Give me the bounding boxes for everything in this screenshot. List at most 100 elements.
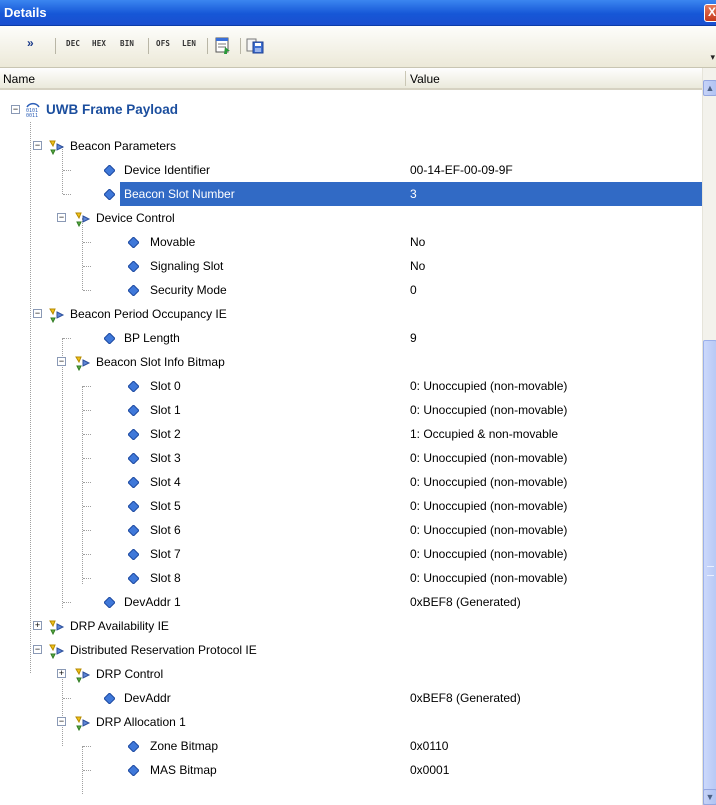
name-column-header[interactable]: Name — [3, 72, 35, 86]
len-button[interactable]: LEN — [182, 39, 196, 48]
collapse-toggle-icon[interactable]: − — [57, 213, 66, 222]
column-divider[interactable] — [405, 71, 406, 86]
tree-row-slot-2[interactable]: Slot 2 1: Occupied & non-movable — [0, 422, 702, 446]
toolbar: » DEC HEX BIN OFS LEN ▾ — [0, 26, 716, 68]
tree-row-devaddr[interactable]: DevAddr 0xBEF8 (Generated) — [0, 686, 702, 710]
expand-toggle-icon[interactable]: + — [33, 621, 42, 630]
tree-row-drp-control[interactable]: + DRP Control — [0, 662, 702, 686]
structure-group-icon — [75, 668, 91, 683]
tree-row-slot-5[interactable]: Slot 5 0: Unoccupied (non-movable) — [0, 494, 702, 518]
tree-row-slot-0[interactable]: Slot 0 0: Unoccupied (non-movable) — [0, 374, 702, 398]
tree-row-mas-bitmap[interactable]: MAS Bitmap 0x0001 — [0, 758, 702, 782]
row-label: DRP Availability IE — [70, 619, 169, 633]
collapse-toggle-icon[interactable]: − — [57, 357, 66, 366]
structure-group-icon — [75, 356, 91, 371]
details-title-bar: Details X — [0, 0, 716, 26]
row-value: 00-14-EF-00-09-9F — [410, 163, 513, 177]
field-diamond-icon — [128, 573, 139, 584]
row-label: Movable — [150, 235, 196, 249]
tree-row-device-identifier[interactable]: Device Identifier 00-14-EF-00-09-9F — [0, 158, 702, 182]
row-value: 0: Unoccupied (non-movable) — [410, 547, 568, 561]
field-diamond-icon — [104, 597, 115, 608]
field-diamond-icon — [104, 189, 115, 200]
tree-row-slot-7[interactable]: Slot 7 0: Unoccupied (non-movable) — [0, 542, 702, 566]
collapse-toggle-icon[interactable]: − — [33, 309, 42, 318]
row-value: 0xBEF8 (Generated) — [410, 595, 521, 609]
toolbar-overflow-chevron-icon[interactable]: » — [27, 36, 34, 50]
collapse-toggle-icon[interactable]: − — [33, 141, 42, 150]
row-value: 0xBEF8 (Generated) — [410, 691, 521, 705]
value-column-header[interactable]: Value — [410, 72, 440, 86]
tree-row-zone-bitmap[interactable]: Zone Bitmap 0x0110 — [0, 734, 702, 758]
row-value: 3 — [410, 187, 417, 201]
tree-row-drp-allocation-1[interactable]: − DRP Allocation 1 — [0, 710, 702, 734]
field-diamond-icon — [128, 261, 139, 272]
save-copy-icon[interactable] — [245, 35, 265, 55]
tree-row-device-control[interactable]: − Device Control — [0, 206, 702, 230]
tree-row-beacon-slot-number[interactable]: Beacon Slot Number 3 — [0, 182, 702, 206]
row-label: DRP Allocation 1 — [96, 715, 186, 729]
field-diamond-icon — [104, 693, 115, 704]
tree-row-beacon-period-occupancy-ie[interactable]: − Beacon Period Occupancy IE — [0, 302, 702, 326]
scroll-grip-icon — [707, 566, 714, 576]
row-label: Slot 3 — [150, 451, 181, 465]
tree-row-devaddr-1[interactable]: DevAddr 1 0xBEF8 (Generated) — [0, 590, 702, 614]
row-label: Slot 4 — [150, 475, 181, 489]
tree-row-root[interactable]: − 0101 0011 UWB Frame Payload — [0, 98, 702, 122]
tree-row-slot-1[interactable]: Slot 1 0: Unoccupied (non-movable) — [0, 398, 702, 422]
hex-button[interactable]: HEX — [92, 39, 106, 48]
field-diamond-icon — [128, 477, 139, 488]
vertical-scrollbar[interactable]: ▲ ▼ — [702, 68, 716, 805]
close-button[interactable]: X — [704, 4, 716, 22]
structure-group-icon — [49, 644, 65, 659]
row-value: 0: Unoccupied (non-movable) — [410, 499, 568, 513]
field-diamond-icon — [128, 501, 139, 512]
tree-row-beacon-slot-info-bitmap[interactable]: − Beacon Slot Info Bitmap — [0, 350, 702, 374]
tree-row-beacon-parameters[interactable]: − Beacon Parameters — [0, 134, 702, 158]
ofs-button[interactable]: OFS — [156, 39, 170, 48]
row-label: DevAddr 1 — [124, 595, 181, 609]
bin-button[interactable]: BIN — [120, 39, 134, 48]
tree-row-drp-availability-ie[interactable]: + DRP Availability IE — [0, 614, 702, 638]
field-diamond-icon — [128, 453, 139, 464]
row-label: MAS Bitmap — [150, 763, 217, 777]
dec-button[interactable]: DEC — [66, 39, 80, 48]
collapse-toggle-icon[interactable]: − — [11, 105, 20, 114]
tree-row-signaling-slot[interactable]: Signaling Slot No — [0, 254, 702, 278]
structure-group-icon — [75, 212, 91, 227]
scroll-thumb[interactable] — [703, 340, 716, 805]
field-diamond-icon — [128, 237, 139, 248]
svg-text:0011: 0011 — [26, 113, 38, 119]
tree-row-slot-6[interactable]: Slot 6 0: Unoccupied (non-movable) — [0, 518, 702, 542]
field-diamond-icon — [128, 549, 139, 560]
tree-row-slot-3[interactable]: Slot 3 0: Unoccupied (non-movable) — [0, 446, 702, 470]
row-value: 0: Unoccupied (non-movable) — [410, 451, 568, 465]
collapse-toggle-icon[interactable]: − — [33, 645, 42, 654]
row-label: Slot 0 — [150, 379, 181, 393]
field-diamond-icon — [128, 381, 139, 392]
row-label: Slot 2 — [150, 427, 181, 441]
scroll-up-icon[interactable]: ▲ — [703, 80, 716, 96]
tree-row-slot-8[interactable]: Slot 8 0: Unoccupied (non-movable) — [0, 566, 702, 590]
tree-row-slot-4[interactable]: Slot 4 0: Unoccupied (non-movable) — [0, 470, 702, 494]
tree-row-distributed-reservation-protocol-ie[interactable]: − Distributed Reservation Protocol IE — [0, 638, 702, 662]
toolbar-options-icon[interactable]: ▾ — [710, 52, 715, 63]
collapse-toggle-icon[interactable]: − — [57, 717, 66, 726]
structure-group-icon — [49, 308, 65, 323]
row-value: 1: Occupied & non-movable — [410, 427, 559, 441]
tree-row-movable[interactable]: Movable No — [0, 230, 702, 254]
binary-payload-icon: 0101 0011 — [26, 102, 40, 119]
export-document-icon[interactable] — [213, 35, 233, 55]
toolbar-separator — [55, 38, 56, 54]
window-title: Details — [4, 5, 47, 20]
structure-group-icon — [49, 620, 65, 635]
column-header: Name Value — [0, 68, 702, 90]
scroll-down-icon[interactable]: ▼ — [703, 789, 716, 805]
field-diamond-icon — [128, 429, 139, 440]
tree-row-bp-length[interactable]: BP Length 9 — [0, 326, 702, 350]
field-diamond-icon — [128, 525, 139, 536]
structure-group-icon — [75, 716, 91, 731]
tree-row-security-mode[interactable]: Security Mode 0 — [0, 278, 702, 302]
expand-toggle-icon[interactable]: + — [57, 669, 66, 678]
row-label: Beacon Period Occupancy IE — [70, 307, 227, 321]
